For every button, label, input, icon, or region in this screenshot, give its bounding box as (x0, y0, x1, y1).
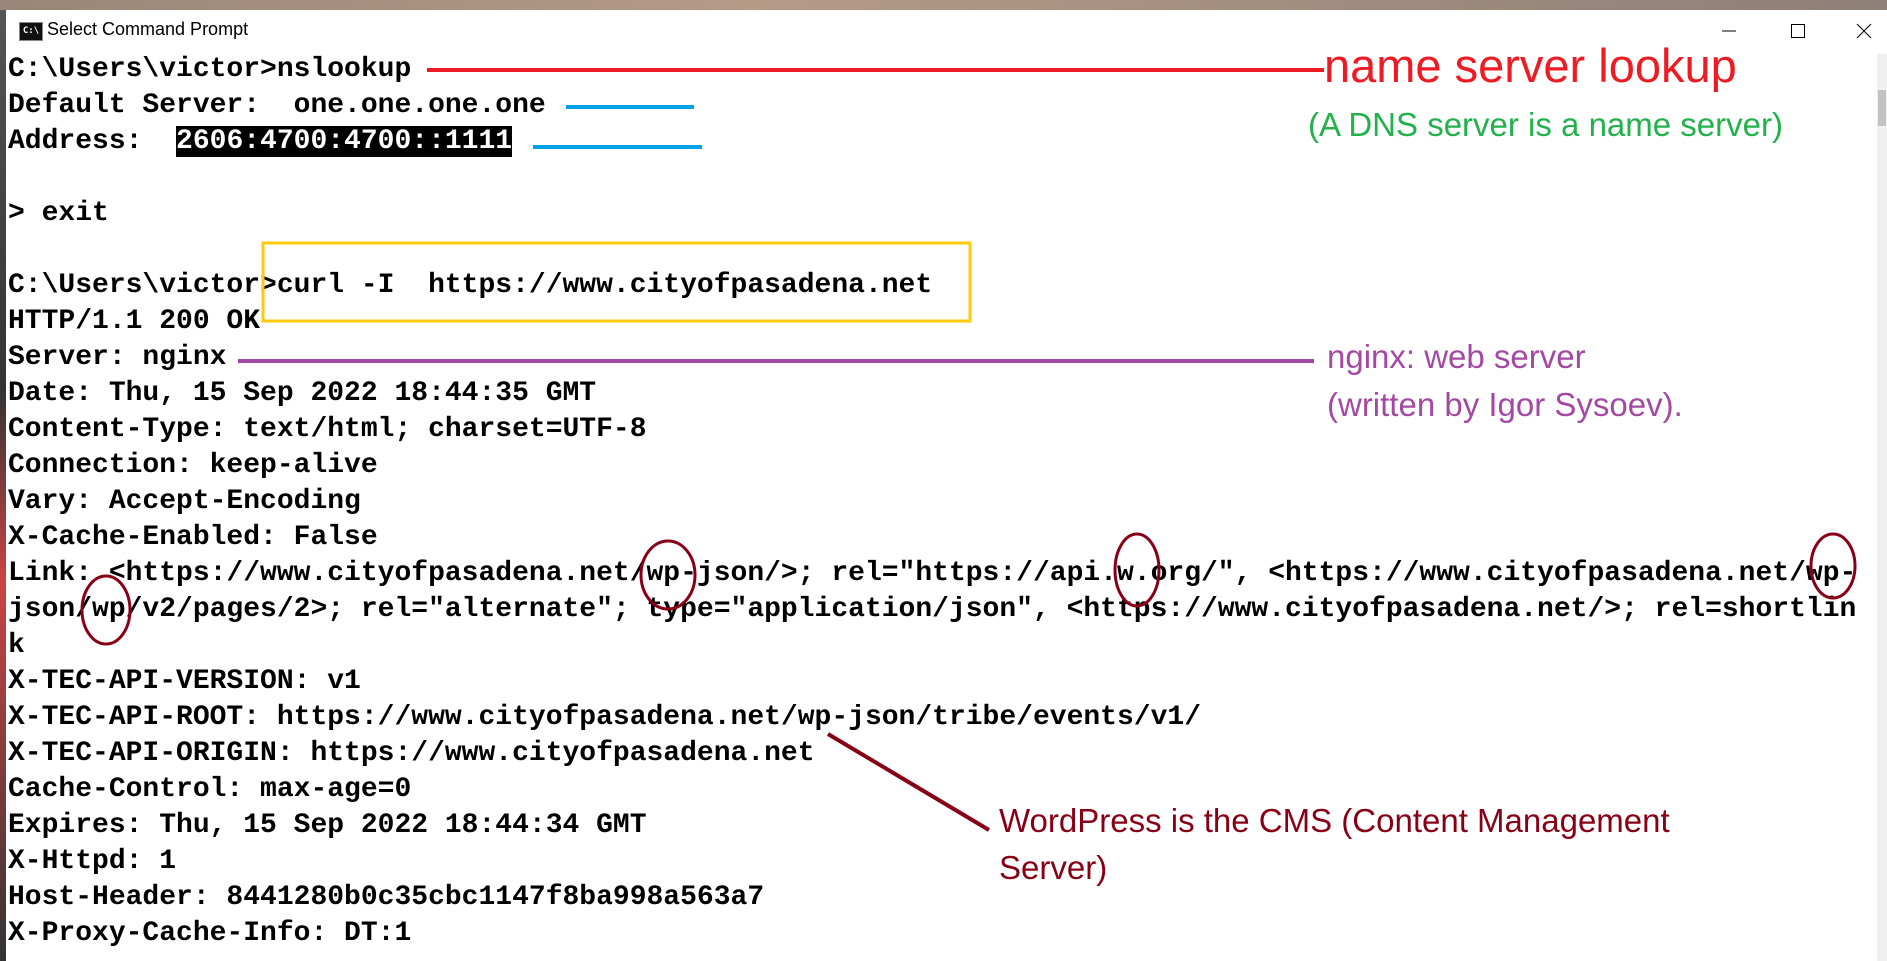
annotation-wordpress-cont: Server) (999, 849, 1108, 886)
curl-command-highlight-box (261, 241, 972, 323)
wordpress-pointer-line (826, 732, 991, 832)
wp-circle (639, 539, 697, 611)
annotation-dns: (A DNS server is a name server) (1308, 106, 1783, 143)
annotation-wordpress: WordPress is the CMS (Content Management (999, 802, 1670, 839)
annotation-nslookup: name server lookup (1324, 39, 1737, 92)
wp-circle (1809, 532, 1857, 600)
annotation-nginx: nginx: web server (1327, 338, 1586, 375)
annotation-nginx-author: (written by Igor Sysoev). (1327, 386, 1683, 423)
w-circle (1113, 532, 1161, 608)
wp-circle (80, 574, 132, 646)
